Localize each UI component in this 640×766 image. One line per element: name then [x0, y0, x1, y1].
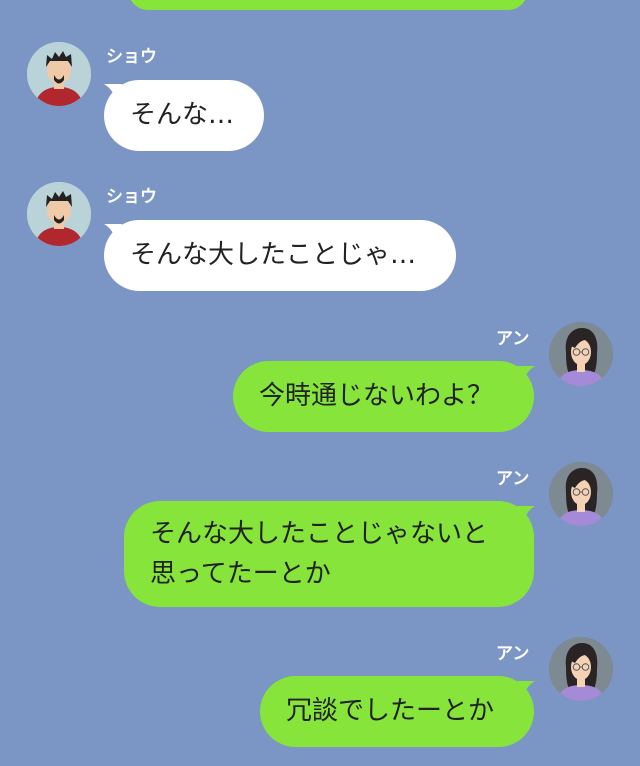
- sender-name: ショウ: [106, 187, 157, 207]
- sender-name: アン: [496, 644, 530, 664]
- woman-avatar-icon[interactable]: [549, 322, 613, 386]
- woman-avatar-icon[interactable]: [549, 462, 613, 526]
- sender-name: ショウ: [106, 47, 157, 67]
- man-avatar-icon[interactable]: [27, 182, 91, 246]
- message-bubble[interactable]: そんな大したことじゃないと 思ってたーとか: [124, 501, 534, 607]
- woman-avatar-icon[interactable]: [549, 637, 613, 701]
- message-bubble[interactable]: 冗談でしたーとか: [260, 676, 534, 747]
- sender-name: アン: [496, 469, 530, 489]
- message-line: そんな大したことじゃないと: [150, 519, 489, 549]
- chat-screen: ショウ そんな… ショウ そんな大したことじゃ… アン 今時通じないわよ？ アン…: [0, 0, 640, 766]
- message-bubble[interactable]: そんな大したことじゃ…: [104, 220, 456, 291]
- message-line: 思ってたーとか: [150, 559, 331, 589]
- message-bubble[interactable]: そんな…: [104, 80, 264, 151]
- message-bubble[interactable]: 今時通じないわよ？: [233, 361, 534, 432]
- previous-message-bubble[interactable]: [128, 0, 528, 10]
- man-avatar-icon[interactable]: [27, 42, 91, 106]
- sender-name: アン: [496, 329, 530, 349]
